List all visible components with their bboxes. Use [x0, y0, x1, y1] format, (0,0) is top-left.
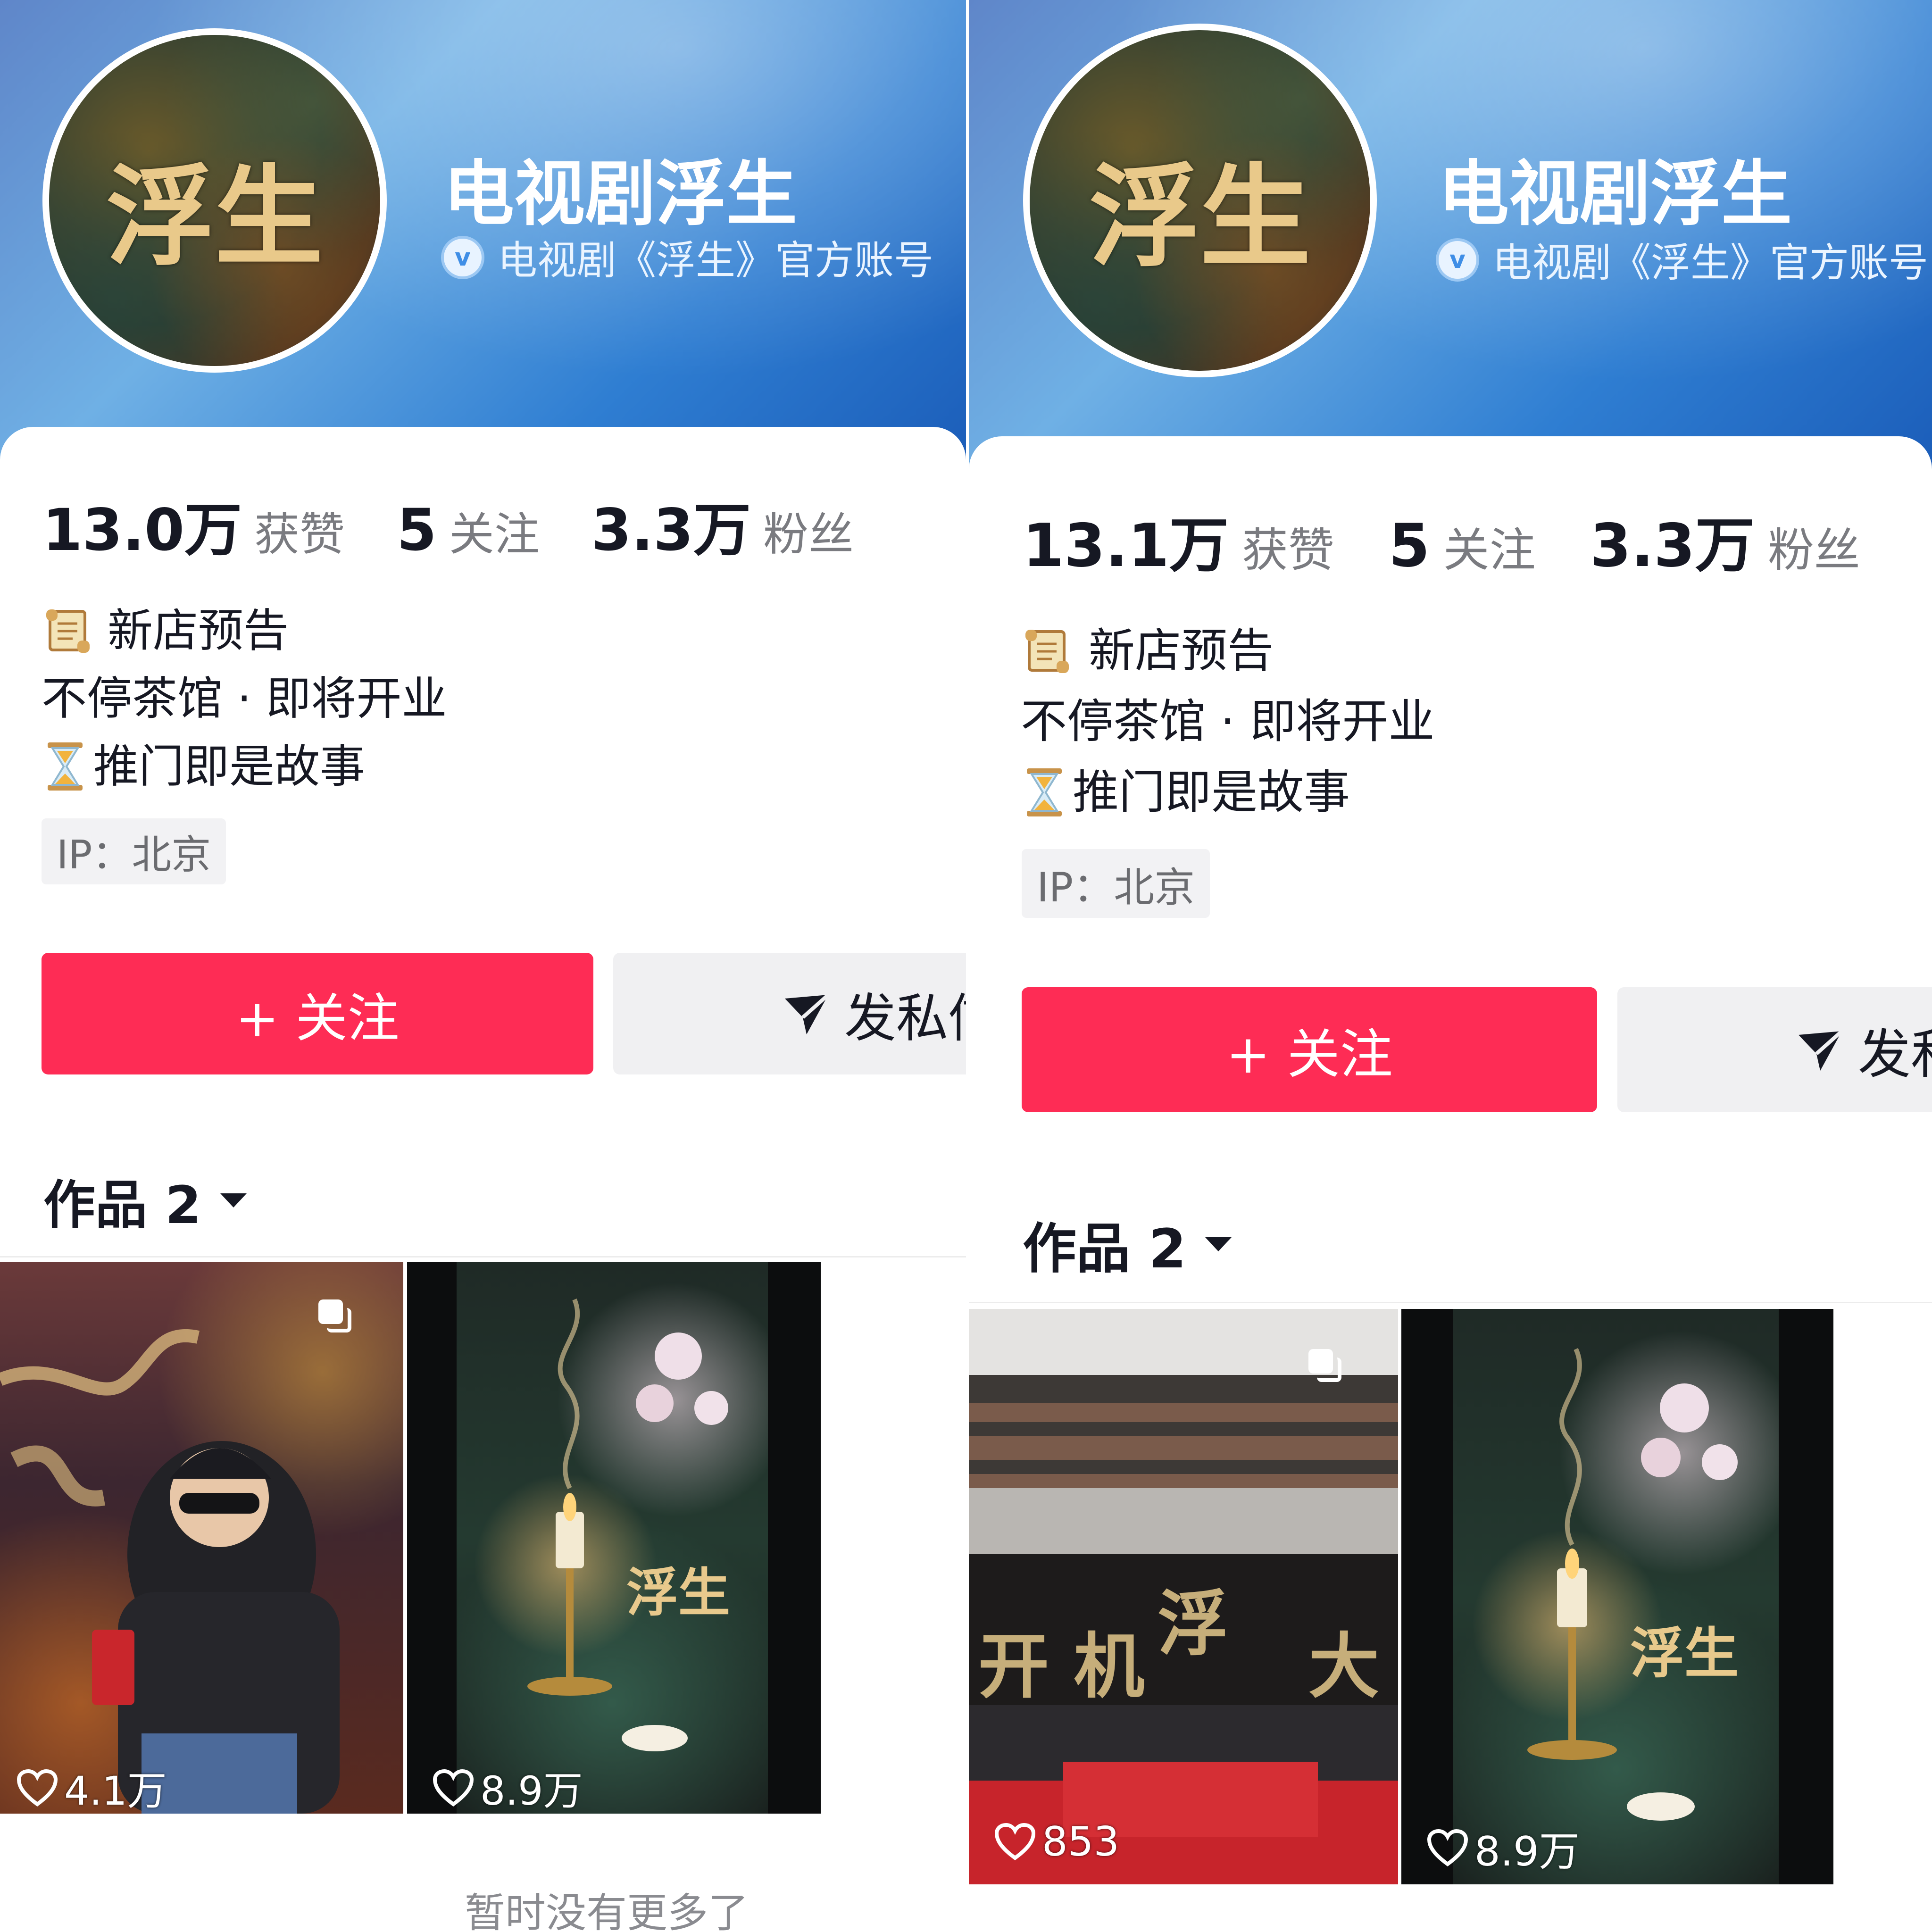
verified-label: v 电视剧《浮生》官方账号 — [441, 229, 933, 286]
multi-image-icon — [1308, 1349, 1342, 1383]
works-tab-label: 作品 2 — [1023, 1217, 1187, 1280]
thumbnail-1-like-count: 4.1万 — [64, 1768, 167, 1814]
thumbnail-1-figure — [0, 1329, 340, 1814]
avatar[interactable]: 浮生 — [1023, 24, 1377, 377]
no-more-content-text: 暂时没有更多了 — [465, 1890, 749, 1932]
video-thumbnail-2[interactable]: 浮生 8.9万 — [407, 1262, 821, 1814]
bio-line-2: 不停茶馆 · 即将开业 — [42, 672, 447, 725]
hourglass-emoji-icon — [42, 741, 89, 792]
svg-text:浮生: 浮生 — [1630, 1622, 1739, 1685]
svg-text:开 机: 开 机 — [978, 1625, 1144, 1708]
following-label[interactable]: 关注 — [1443, 513, 1536, 580]
heart-icon — [995, 1823, 1035, 1860]
heart-icon — [1427, 1829, 1468, 1866]
works-tab-label: 作品 2 — [43, 1175, 201, 1235]
profile-card: 13.1万 获赞 5 关注 3.3万 粉丝 新店预告 不停茶馆 · 即将开业 推… — [969, 436, 1932, 1932]
follow-button[interactable]: + 关注 — [42, 953, 593, 1074]
svg-text:浮: 浮 — [1158, 1582, 1228, 1666]
following-count[interactable]: 5 — [397, 497, 437, 564]
message-button-label: 发私信 — [844, 988, 966, 1049]
message-button[interactable]: 发私信 — [613, 953, 966, 1074]
thumbnail-1-ceremony-scene: 开 机 浮 大 — [969, 1309, 1398, 1884]
scroll-emoji-icon — [42, 605, 93, 657]
profile-card: 13.0万 获赞 5 关注 3.3万 粉丝 新店预告 不停茶馆 · 即将开业 推… — [0, 427, 966, 1932]
heart-icon — [433, 1769, 474, 1807]
triangle-down-icon — [1205, 1237, 1232, 1251]
bio-line-1: 新店预告 — [1021, 616, 1434, 686]
works-tab[interactable]: 作品 2 — [1023, 1205, 1232, 1283]
bio-line-2: 不停茶馆 · 即将开业 — [1021, 695, 1435, 749]
thumbnail-2-likes: 8.9万 — [1427, 1818, 1580, 1877]
likes-label: 获赞 — [1241, 524, 1334, 577]
followers-label[interactable]: 粉丝 — [1768, 513, 1860, 580]
followers-label[interactable]: 粉丝 — [763, 498, 854, 563]
followers-count[interactable]: 3.3万 — [1590, 498, 1755, 583]
bio: 新店预告 不停茶馆 · 即将开业 推门即是故事 — [42, 597, 447, 800]
profile-screenshot-right: 浮生 电视剧浮生 v 电视剧《浮生》官方账号 13.1万 获赞 5 关注 3.3… — [969, 0, 1932, 1932]
thumbnail-2-like-count: 8.9万 — [480, 1768, 583, 1814]
thumbnail-1-likes: 853 — [995, 1818, 1119, 1865]
bio-line-1-text: 新店预告 — [1089, 624, 1274, 678]
thumbnail-1-like-count: 853 — [1042, 1818, 1120, 1865]
account-name: 电视剧浮生 — [443, 153, 798, 235]
video-thumbnail-1[interactable]: 开 机 浮 大 853 — [969, 1309, 1398, 1884]
stats-row: 13.1万 获赞 5 关注 3.3万 粉丝 — [1023, 498, 1860, 583]
verified-badge-icon: v — [1436, 238, 1479, 282]
message-button-label: 发私信 — [1858, 1024, 1932, 1085]
following-count[interactable]: 5 — [1389, 511, 1430, 580]
account-name: 电视剧浮生 — [1438, 153, 1792, 235]
tab-underline-divider — [969, 1302, 1932, 1303]
follow-button[interactable]: + 关注 — [1022, 987, 1597, 1112]
avatar-logo-text: 浮生 — [1089, 152, 1311, 282]
following-label[interactable]: 关注 — [449, 498, 540, 563]
multi-image-icon — [318, 1299, 352, 1333]
scroll-emoji-icon — [1021, 625, 1073, 677]
bio-line-3-text: 推门即是故事 — [1073, 766, 1350, 819]
verified-label: v 电视剧《浮生》官方账号 — [1436, 231, 1928, 288]
triangle-down-icon — [220, 1193, 247, 1208]
video-thumbnail-1[interactable]: 4.1万 — [0, 1262, 403, 1814]
send-icon — [783, 990, 830, 1037]
thumbnail-2-like-count: 8.9万 — [1474, 1828, 1580, 1875]
send-icon — [1797, 1026, 1844, 1074]
tab-underline-divider — [0, 1256, 966, 1257]
thumbnail-1-likes: 4.1万 — [17, 1759, 167, 1814]
profile-screenshot-left: 浮生 电视剧浮生 v 电视剧《浮生》官方账号 13.0万 获赞 5 关注 3.3… — [0, 0, 966, 1932]
avatar-logo-text: 浮生 — [106, 153, 323, 281]
verify-text: 电视剧《浮生》官方账号 — [1492, 240, 1929, 286]
bio-line-1-text: 新店预告 — [108, 604, 289, 657]
thumbnail-2-art: 浮生 — [457, 1262, 768, 1814]
bio-line-3: 推门即是故事 — [42, 733, 447, 800]
likes-count: 13.0万 — [42, 497, 242, 564]
thumbnail-2-likes: 8.9万 — [433, 1759, 583, 1814]
bio-line-3-text: 推门即是故事 — [93, 740, 365, 793]
ip-location-tag: IP：北京 — [42, 818, 226, 884]
likes-count: 13.1万 — [1023, 511, 1229, 580]
works-tab[interactable]: 作品 2 — [43, 1163, 247, 1238]
video-thumbnail-2[interactable]: 浮生 8.9万 — [1401, 1309, 1833, 1884]
likes-label: 获赞 — [254, 508, 345, 561]
bio-line-3: 推门即是故事 — [1021, 757, 1434, 828]
bio-line-1: 新店预告 — [42, 597, 447, 665]
verify-text: 电视剧《浮生》官方账号 — [498, 237, 934, 283]
message-button[interactable]: 发私信 — [1617, 987, 1932, 1112]
heart-icon — [17, 1769, 58, 1807]
ip-location-tag: IP：北京 — [1022, 849, 1210, 918]
svg-text:浮生: 浮生 — [626, 1562, 730, 1623]
verified-badge-icon: v — [441, 235, 484, 279]
stats-row: 13.0万 获赞 5 关注 3.3万 粉丝 — [42, 483, 854, 567]
svg-text:大: 大 — [1308, 1625, 1379, 1708]
bio: 新店预告 不停茶馆 · 即将开业 推门即是故事 — [1021, 616, 1434, 828]
followers-count[interactable]: 3.3万 — [591, 483, 751, 567]
avatar[interactable]: 浮生 — [42, 28, 387, 373]
thumbnail-2-art: 浮生 — [1453, 1309, 1779, 1884]
hourglass-emoji-icon — [1021, 766, 1068, 818]
